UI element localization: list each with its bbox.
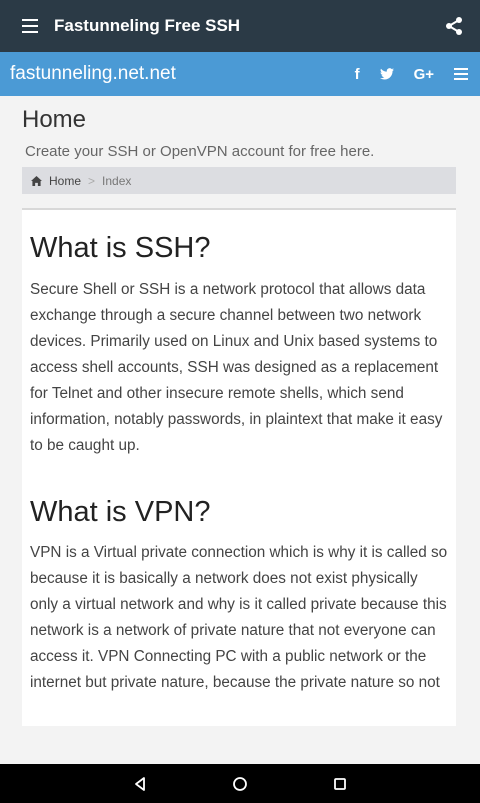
- app-title: Fastunneling Free SSH: [54, 16, 241, 35]
- breadcrumb-separator: >: [88, 173, 96, 188]
- back-icon[interactable]: [132, 776, 148, 792]
- site-header: fastunneling.net.net f G+: [0, 52, 480, 96]
- breadcrumb-home-link[interactable]: Home: [49, 174, 81, 188]
- recents-icon[interactable]: [332, 776, 348, 792]
- facebook-icon[interactable]: f: [355, 66, 360, 83]
- google-plus-icon[interactable]: G+: [414, 66, 434, 83]
- system-navigation-bar: [0, 764, 480, 803]
- page-title: Home: [22, 106, 87, 133]
- vpn-heading: What is VPN?: [30, 496, 211, 528]
- home-button-icon[interactable]: [232, 776, 248, 792]
- vpn-paragraph: VPN is a Virtual private connection whic…: [30, 544, 448, 691]
- social-icons: f G+: [355, 52, 468, 96]
- menu-icon[interactable]: [22, 19, 38, 33]
- site-name-link[interactable]: fastunneling.net.net: [10, 63, 176, 85]
- home-icon: [31, 175, 42, 186]
- share-icon[interactable]: [444, 16, 464, 36]
- page-subtitle: Create your SSH or OpenVPN account for f…: [25, 143, 375, 160]
- breadcrumb: Home > Index: [22, 167, 456, 194]
- app-toolbar: Fastunneling Free SSH: [0, 0, 480, 52]
- breadcrumb-current: Index: [102, 173, 132, 188]
- content-card: What is SSH? Secure Shell or SSH is a ne…: [22, 208, 456, 726]
- site-menu-icon[interactable]: [454, 68, 468, 80]
- ssh-heading: What is SSH?: [30, 232, 211, 264]
- ssh-paragraph: Secure Shell or SSH is a network protoco…: [30, 281, 443, 454]
- twitter-icon[interactable]: [379, 68, 394, 80]
